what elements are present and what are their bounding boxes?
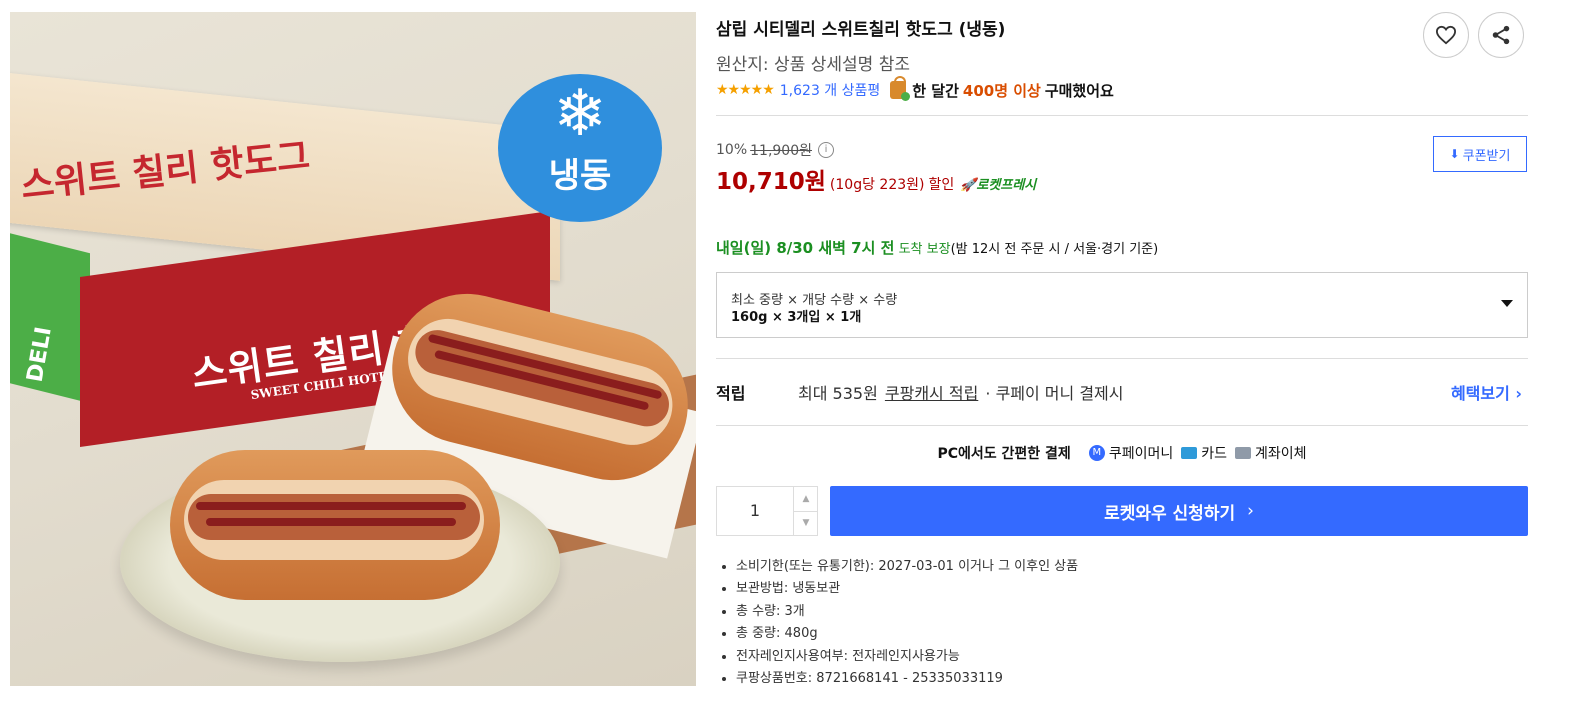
coupon-label: 쿠폰받기 [1462,148,1511,164]
coupang-cash-link[interactable]: 쿠팡캐시 적립 [885,384,978,403]
frozen-badge: ❄ 냉동 [498,74,662,222]
delivery-guarantee: 도착 보장 [898,242,951,257]
original-price: 11,900원 [750,143,812,159]
sale-price-row: 10,710원 (10g당 223원) 할인 🚀로켓프레시 [716,162,1036,196]
chevron-right-icon: › [1247,501,1254,521]
cashback-row: 적립 최대 535원 쿠팡캐시 적립 · 쿠페이 머니 결제시 혜택보기 › [716,380,1528,404]
sale-price: 10,710원 [716,169,826,195]
quantity-stepper: 1 ▲ ▼ [716,486,818,536]
cashback-label: 적립 [716,384,746,403]
spec-item: 쿠팡상품번호: 8721668141 - 25335033119 [736,668,1078,690]
spec-item: 총 수량: 3개 [736,601,1078,623]
purchase-period: 한 달간 [912,81,959,100]
frozen-badge-label: 냉동 [548,156,612,196]
shopping-bag-icon [890,76,911,101]
increment-button[interactable]: ▲ [793,487,818,512]
original-price-row: 10% 11,900원 i [716,140,834,160]
chevron-down-icon: ▼ [802,518,810,528]
payment-title: PC에서도 간편한 결제 [937,446,1071,462]
product-specs: 소비기한(또는 유통기한): 2027-03-01 이거나 그 이후인 상품 보… [716,556,1078,690]
view-benefits-link[interactable]: 혜택보기 › [1451,380,1522,404]
cashback-text: 최대 535원 쿠팡캐시 적립 · 쿠페이 머니 결제시 [798,380,1124,404]
hotdog-front [170,450,500,600]
rocket-fresh-badge: 🚀로켓프레시 [960,178,1037,193]
payment-method-card: 카드 [1201,446,1227,462]
coupay-money-icon: M [1088,445,1105,461]
spec-item: 보관방법: 냉동보관 [736,578,1078,600]
cta-label: 로켓와우 신청하기 [1104,503,1236,524]
delivery-note: (밤 12시 전 주문 시 / 서울·경기 기준) [950,242,1159,257]
option-select[interactable]: 최소 중량 × 개당 수량 × 수량 160g × 3개입 × 1개 [716,272,1528,338]
product-image[interactable]: 스위트 칠리 핫도그 스위트 칠리 핫도그 SWEET CHILI HOTDOG… [10,12,696,686]
wishlist-button[interactable] [1423,12,1469,58]
quantity-input[interactable]: 1 [717,487,793,535]
share-button[interactable] [1478,12,1524,58]
product-origin: 원산지: 상품 상세설명 참조 [716,55,910,75]
discount-rate: 10% [716,142,748,158]
card-icon [1181,447,1198,459]
purchase-count: 400명 이상 [962,81,1041,100]
chevron-down-icon [1501,300,1513,307]
discount-label: 할인 [928,177,955,193]
download-icon: ⬇ [1449,147,1460,161]
coupon-download-button[interactable]: ⬇ 쿠폰받기 [1433,136,1527,172]
cashback-tail: · 쿠페이 머니 결제시 [985,384,1124,403]
purchase-suffix: 구매했어요 [1044,81,1114,100]
delivery-info: 내일(일) 8/30 새벽 7시 전 도착 보장(밤 12시 전 주문 시 / … [716,237,1158,258]
decrement-button[interactable]: ▼ [793,511,818,535]
divider [716,115,1528,116]
info-icon[interactable]: i [818,142,834,158]
bank-transfer-icon [1234,447,1251,459]
heart-icon [1435,25,1457,45]
rating-row: ★★★★★ 1,623 개 상품평 한 달간 400명 이상 구매했어요 [716,76,1114,101]
star-rating-icon: ★★★★★ [716,82,775,98]
share-icon [1492,25,1510,45]
payment-method-coupay: 쿠페이머니 [1108,446,1174,462]
delivery-date: 내일(일) 8/30 새벽 7시 전 [716,239,895,257]
spec-item: 전자레인지사용여부: 전자레인지사용가능 [736,646,1078,668]
rocket-wow-signup-button[interactable]: 로켓와우 신청하기 › [830,486,1528,536]
spec-item: 소비기한(또는 유통기한): 2027-03-01 이거나 그 이후인 상품 [736,556,1078,578]
divider [716,425,1528,426]
product-title: 삼립 시티델리 스위트칠리 핫도그 (냉동) [716,20,1006,40]
review-count-link[interactable]: 1,623 개 상품평 [780,80,881,100]
payment-methods: PC에서도 간편한 결제 M 쿠페이머니 카드 계좌이체 [716,442,1528,464]
payment-method-transfer: 계좌이체 [1254,446,1307,462]
divider [716,358,1528,359]
snowflake-icon: ❄ [553,77,607,151]
unit-price: (10g당 223원) [829,177,925,193]
option-value: 160g × 3개입 × 1개 [731,310,862,325]
cashback-max: 최대 535원 [798,384,878,403]
spec-item: 총 중량: 480g [736,623,1078,645]
chevron-up-icon: ▲ [802,494,810,504]
